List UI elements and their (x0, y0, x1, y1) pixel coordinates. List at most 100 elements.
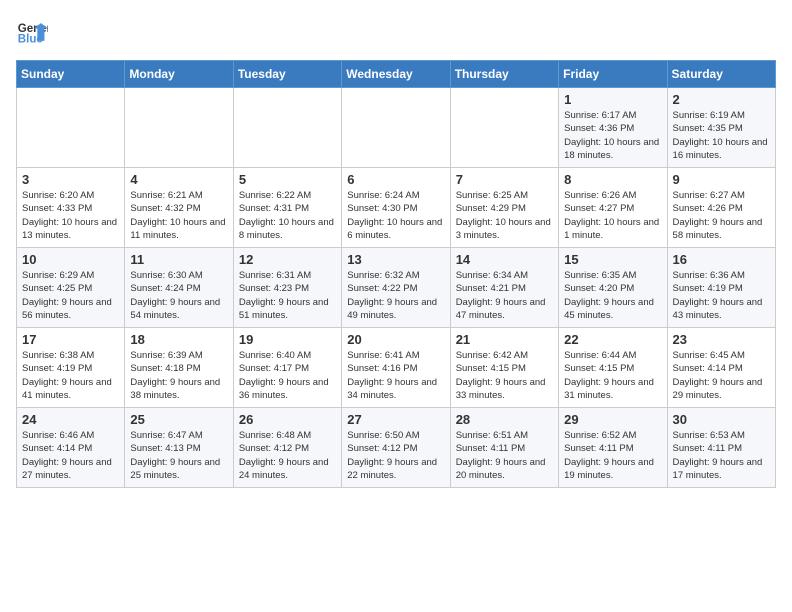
calendar-cell: 30 Sunrise: 6:53 AM Sunset: 4:11 PM Dayli… (667, 408, 775, 488)
day-info: Sunrise: 6:35 AM Sunset: 4:20 PM Dayligh… (564, 269, 661, 322)
day-number: 23 (673, 332, 770, 347)
day-info: Sunrise: 6:32 AM Sunset: 4:22 PM Dayligh… (347, 269, 444, 322)
day-number: 3 (22, 172, 119, 187)
calendar-cell: 22 Sunrise: 6:44 AM Sunset: 4:15 PM Dayli… (559, 328, 667, 408)
calendar-cell: 23 Sunrise: 6:45 AM Sunset: 4:14 PM Dayli… (667, 328, 775, 408)
calendar-week-1: 1Sunrise: 6:17 AM Sunset: 4:36 PM Daylig… (17, 88, 776, 168)
calendar-cell (233, 88, 341, 168)
calendar-week-3: 10 Sunrise: 6:29 AM Sunset: 4:25 PM Dayli… (17, 248, 776, 328)
day-info: Sunrise: 6:29 AM Sunset: 4:25 PM Dayligh… (22, 269, 119, 322)
day-info: Sunrise: 6:47 AM Sunset: 4:13 PM Dayligh… (130, 429, 227, 482)
day-number: 29 (564, 412, 661, 427)
day-number: 13 (347, 252, 444, 267)
day-number: 6 (347, 172, 444, 187)
day-number: 16 (673, 252, 770, 267)
header-saturday: Saturday (667, 61, 775, 88)
logo: General Blue (16, 16, 54, 48)
calendar-cell: 29 Sunrise: 6:52 AM Sunset: 4:11 PM Dayli… (559, 408, 667, 488)
day-info: Sunrise: 6:36 AM Sunset: 4:19 PM Dayligh… (673, 269, 770, 322)
page-header: General Blue (16, 16, 776, 48)
day-info: Sunrise: 6:34 AM Sunset: 4:21 PM Dayligh… (456, 269, 553, 322)
calendar-cell: 11Sunrise: 6:30 AM Sunset: 4:24 PM Dayli… (125, 248, 233, 328)
day-number: 22 (564, 332, 661, 347)
day-number: 26 (239, 412, 336, 427)
calendar-table: SundayMondayTuesdayWednesdayThursdayFrid… (16, 60, 776, 488)
day-number: 20 (347, 332, 444, 347)
calendar-cell (450, 88, 558, 168)
day-info: Sunrise: 6:20 AM Sunset: 4:33 PM Dayligh… (22, 189, 119, 242)
day-number: 27 (347, 412, 444, 427)
day-number: 18 (130, 332, 227, 347)
day-info: Sunrise: 6:31 AM Sunset: 4:23 PM Dayligh… (239, 269, 336, 322)
calendar-cell: 5Sunrise: 6:22 AM Sunset: 4:31 PM Daylig… (233, 168, 341, 248)
day-number: 8 (564, 172, 661, 187)
logo-icon: General Blue (16, 16, 48, 48)
day-info: Sunrise: 6:42 AM Sunset: 4:15 PM Dayligh… (456, 349, 553, 402)
day-number: 17 (22, 332, 119, 347)
calendar-cell: 25 Sunrise: 6:47 AM Sunset: 4:13 PM Dayli… (125, 408, 233, 488)
calendar-cell: 26 Sunrise: 6:48 AM Sunset: 4:12 PM Dayli… (233, 408, 341, 488)
day-info: Sunrise: 6:46 AM Sunset: 4:14 PM Dayligh… (22, 429, 119, 482)
day-info: Sunrise: 6:17 AM Sunset: 4:36 PM Dayligh… (564, 109, 661, 162)
calendar-cell: 16 Sunrise: 6:36 AM Sunset: 4:19 PM Dayli… (667, 248, 775, 328)
day-number: 10 (22, 252, 119, 267)
calendar-cell: 24 Sunrise: 6:46 AM Sunset: 4:14 PM Dayli… (17, 408, 125, 488)
day-number: 7 (456, 172, 553, 187)
calendar-cell: 8 Sunrise: 6:26 AM Sunset: 4:27 PM Daylig… (559, 168, 667, 248)
day-number: 19 (239, 332, 336, 347)
calendar-week-4: 17 Sunrise: 6:38 AM Sunset: 4:19 PM Dayli… (17, 328, 776, 408)
day-info: Sunrise: 6:39 AM Sunset: 4:18 PM Dayligh… (130, 349, 227, 402)
calendar-week-5: 24 Sunrise: 6:46 AM Sunset: 4:14 PM Dayli… (17, 408, 776, 488)
calendar-cell: 2 Sunrise: 6:19 AM Sunset: 4:35 PM Daylig… (667, 88, 775, 168)
calendar-cell: 12 Sunrise: 6:31 AM Sunset: 4:23 PM Dayli… (233, 248, 341, 328)
day-number: 2 (673, 92, 770, 107)
day-info: Sunrise: 6:48 AM Sunset: 4:12 PM Dayligh… (239, 429, 336, 482)
calendar-cell: 9 Sunrise: 6:27 AM Sunset: 4:26 PM Daylig… (667, 168, 775, 248)
day-number: 25 (130, 412, 227, 427)
day-info: Sunrise: 6:26 AM Sunset: 4:27 PM Dayligh… (564, 189, 661, 242)
calendar-cell: 6 Sunrise: 6:24 AM Sunset: 4:30 PM Daylig… (342, 168, 450, 248)
day-info: Sunrise: 6:21 AM Sunset: 4:32 PM Dayligh… (130, 189, 227, 242)
day-number: 4 (130, 172, 227, 187)
day-info: Sunrise: 6:52 AM Sunset: 4:11 PM Dayligh… (564, 429, 661, 482)
calendar-cell: 18 Sunrise: 6:39 AM Sunset: 4:18 PM Dayli… (125, 328, 233, 408)
calendar-cell: 27Sunrise: 6:50 AM Sunset: 4:12 PM Dayli… (342, 408, 450, 488)
calendar-cell: 17 Sunrise: 6:38 AM Sunset: 4:19 PM Dayli… (17, 328, 125, 408)
day-info: Sunrise: 6:22 AM Sunset: 4:31 PM Dayligh… (239, 189, 336, 242)
header-monday: Monday (125, 61, 233, 88)
calendar-cell: 21 Sunrise: 6:42 AM Sunset: 4:15 PM Dayli… (450, 328, 558, 408)
day-info: Sunrise: 6:24 AM Sunset: 4:30 PM Dayligh… (347, 189, 444, 242)
day-info: Sunrise: 6:25 AM Sunset: 4:29 PM Dayligh… (456, 189, 553, 242)
calendar-cell: 20Sunrise: 6:41 AM Sunset: 4:16 PM Dayli… (342, 328, 450, 408)
day-number: 9 (673, 172, 770, 187)
calendar-week-2: 3 Sunrise: 6:20 AM Sunset: 4:33 PM Daylig… (17, 168, 776, 248)
calendar-cell: 1Sunrise: 6:17 AM Sunset: 4:36 PM Daylig… (559, 88, 667, 168)
day-number: 12 (239, 252, 336, 267)
day-info: Sunrise: 6:38 AM Sunset: 4:19 PM Dayligh… (22, 349, 119, 402)
calendar-cell (342, 88, 450, 168)
day-number: 30 (673, 412, 770, 427)
calendar-cell (17, 88, 125, 168)
calendar-cell: 14 Sunrise: 6:34 AM Sunset: 4:21 PM Dayli… (450, 248, 558, 328)
day-number: 15 (564, 252, 661, 267)
day-number: 28 (456, 412, 553, 427)
header-friday: Friday (559, 61, 667, 88)
calendar-cell: 7 Sunrise: 6:25 AM Sunset: 4:29 PM Daylig… (450, 168, 558, 248)
header-thursday: Thursday (450, 61, 558, 88)
day-info: Sunrise: 6:44 AM Sunset: 4:15 PM Dayligh… (564, 349, 661, 402)
calendar-cell: 15 Sunrise: 6:35 AM Sunset: 4:20 PM Dayli… (559, 248, 667, 328)
day-info: Sunrise: 6:53 AM Sunset: 4:11 PM Dayligh… (673, 429, 770, 482)
header-wednesday: Wednesday (342, 61, 450, 88)
calendar-cell: 28 Sunrise: 6:51 AM Sunset: 4:11 PM Dayli… (450, 408, 558, 488)
day-number: 24 (22, 412, 119, 427)
header-tuesday: Tuesday (233, 61, 341, 88)
day-info: Sunrise: 6:27 AM Sunset: 4:26 PM Dayligh… (673, 189, 770, 242)
day-info: Sunrise: 6:51 AM Sunset: 4:11 PM Dayligh… (456, 429, 553, 482)
day-number: 14 (456, 252, 553, 267)
calendar-cell: 19 Sunrise: 6:40 AM Sunset: 4:17 PM Dayli… (233, 328, 341, 408)
calendar-cell: 13 Sunrise: 6:32 AM Sunset: 4:22 PM Dayli… (342, 248, 450, 328)
day-number: 21 (456, 332, 553, 347)
day-info: Sunrise: 6:19 AM Sunset: 4:35 PM Dayligh… (673, 109, 770, 162)
day-info: Sunrise: 6:40 AM Sunset: 4:17 PM Dayligh… (239, 349, 336, 402)
day-info: Sunrise: 6:45 AM Sunset: 4:14 PM Dayligh… (673, 349, 770, 402)
